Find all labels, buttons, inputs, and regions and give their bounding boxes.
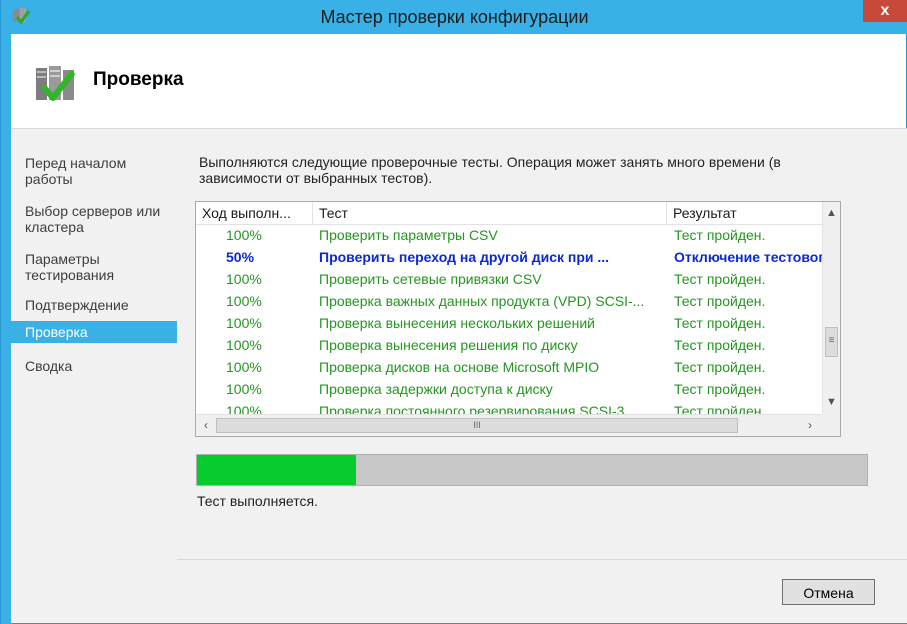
scroll-corner	[822, 414, 840, 436]
cell-test: Проверить переход на другой диск при ...	[319, 249, 610, 265]
cell-test: Проверить параметры CSV	[319, 227, 498, 243]
cell-progress: 100%	[226, 293, 262, 309]
step-before-you-begin[interactable]: Перед началом работы	[11, 155, 177, 187]
vertical-scrollbar[interactable]: ▲ ≡ ▼	[822, 202, 840, 414]
scroll-right-icon[interactable]: ›	[800, 415, 820, 436]
hscroll-thumb[interactable]: III	[216, 418, 738, 433]
cell-progress: 100%	[226, 227, 262, 243]
step-summary[interactable]: Сводка	[11, 358, 177, 374]
window-title: Мастер проверки конфигурации	[320, 7, 589, 27]
cell-result: Тест пройден.	[674, 381, 766, 397]
table-row[interactable]: 50% Проверить переход на другой диск при …	[196, 246, 822, 268]
column-progress[interactable]: Ход выполн...	[196, 202, 313, 224]
cell-progress: 100%	[226, 381, 262, 397]
main-panel: Выполняются следующие проверочные тесты.…	[177, 129, 907, 623]
cell-progress: 50%	[226, 249, 255, 265]
table-row[interactable]: 100% Проверить сетевые привязки CSV Тест п…	[196, 268, 822, 290]
step-select-servers[interactable]: Выбор серверов или кластера	[11, 203, 177, 235]
step-confirmation[interactable]: Подтверждение	[11, 297, 177, 313]
cell-test: Проверка важных данных продукта (VPD) SC…	[319, 293, 645, 309]
page-title: Проверка	[93, 69, 184, 90]
cell-result: Тест пройден.	[674, 315, 766, 331]
scroll-down-icon[interactable]: ▼	[823, 392, 840, 412]
scroll-thumb[interactable]: ≡	[825, 327, 838, 357]
table-row[interactable]: 100% Проверка важных данных продукта (VPD…	[196, 290, 822, 312]
table-row[interactable]: 100% Проверить параметры CSV Тест пройден.	[196, 224, 822, 246]
list-header: Ход выполн... Тест Результат	[196, 202, 822, 225]
cell-progress: 100%	[226, 315, 262, 331]
column-test[interactable]: Тест	[313, 202, 667, 224]
cell-test: Проверка вынесения нескольких решений	[319, 315, 595, 331]
progress-bar	[196, 454, 868, 486]
cell-progress: 100%	[226, 359, 262, 375]
scroll-up-icon[interactable]: ▲	[823, 203, 840, 223]
cell-result: Тест пройден.	[674, 227, 766, 243]
wizard-header: Проверка	[11, 34, 906, 128]
cell-result: Тест пройден.	[674, 271, 766, 287]
cancel-button[interactable]: Отмена	[782, 579, 875, 605]
cell-result: Тест пройден.	[674, 293, 766, 309]
window-frame-left	[1, 34, 11, 624]
table-row[interactable]: 100% Проверка вынесения решения по диску Т…	[196, 334, 822, 356]
cell-test: Проверка дисков на основе Microsoft MPIO	[319, 359, 600, 375]
progress-fill	[197, 455, 357, 485]
cell-progress: 100%	[226, 271, 262, 287]
tests-list[interactable]: Ход выполн... Тест Результат 100% Провери…	[195, 201, 841, 437]
cell-test: Проверка задержки доступа к диску	[319, 381, 553, 397]
server-check-icon	[36, 66, 76, 101]
scroll-left-icon[interactable]: ‹	[196, 415, 216, 436]
footer-divider	[177, 559, 907, 560]
cell-test: Проверка вынесения решения по диску	[319, 337, 578, 353]
step-testing-options[interactable]: Параметры тестирования	[11, 251, 177, 283]
cell-test: Проверить сетевые привязки CSV	[319, 271, 542, 287]
table-row[interactable]: 100% Проверка задержки доступа к диску Тес…	[196, 378, 822, 400]
column-result[interactable]: Результат	[667, 202, 822, 224]
cell-result: Отключение тестовог	[674, 249, 822, 265]
table-row[interactable]: 100% Проверка вынесения нескольких решени…	[196, 312, 822, 334]
cell-result: Тест пройден.	[674, 359, 766, 375]
table-row[interactable]: 100% Проверка дисков на основе Microsoft …	[196, 356, 822, 378]
cell-result: Тест пройден.	[674, 337, 766, 353]
horizontal-scrollbar[interactable]: ‹ III ›	[196, 414, 822, 436]
wizard-steps: Перед началом работы Выбор серверов или …	[11, 129, 177, 623]
wizard-window: Мастер проверки конфигурации x Проверка …	[0, 0, 907, 624]
cell-progress: 100%	[226, 337, 262, 353]
step-validating[interactable]: Проверка	[11, 321, 177, 343]
close-button[interactable]: x	[863, 0, 907, 22]
status-text: Тест выполняется.	[197, 493, 318, 509]
description-text: Выполняются следующие проверочные тесты.…	[199, 154, 781, 186]
title-bar[interactable]: Мастер проверки конфигурации x	[1, 0, 907, 34]
